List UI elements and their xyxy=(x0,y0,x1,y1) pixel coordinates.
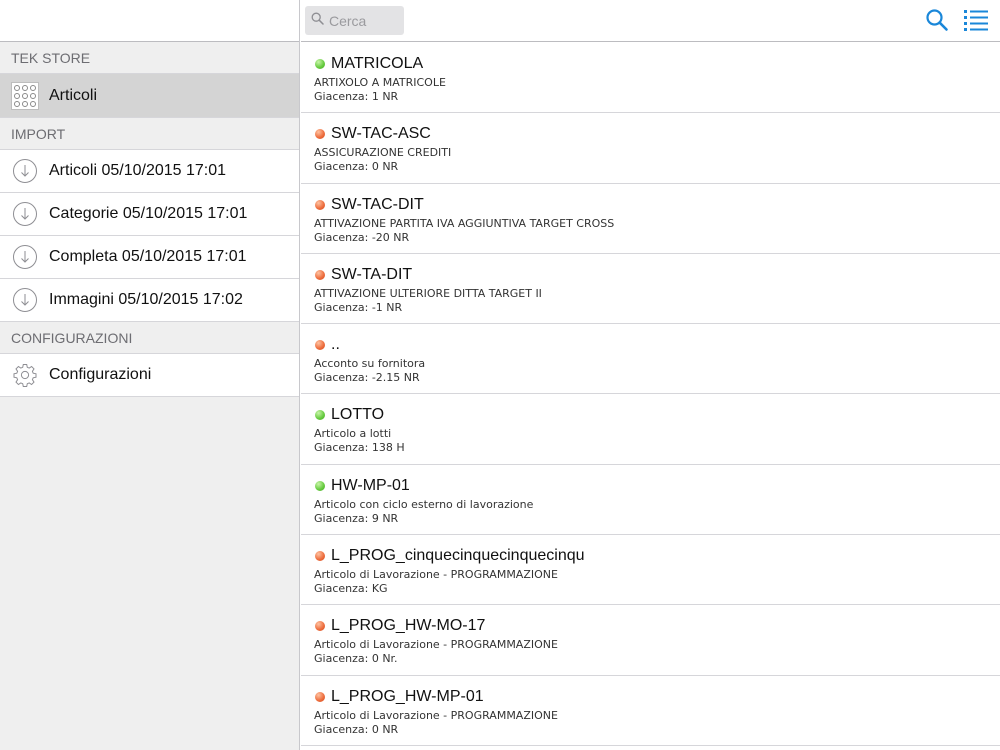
list-item[interactable]: SW-TAC-ASC ASSICURAZIONE CREDITI Giacenz… xyxy=(301,113,1000,184)
download-icon xyxy=(11,286,39,314)
item-description: Acconto su fornitora xyxy=(314,357,426,371)
list-view-button[interactable] xyxy=(963,8,989,34)
item-stock: Giacenza: 0 NR xyxy=(314,722,399,736)
item-description: ASSICURAZIONE CREDITI xyxy=(314,146,452,160)
grid-icon xyxy=(11,81,39,110)
item-code: L_PROG_HW-MO-17 xyxy=(331,617,486,635)
item-description: Articolo a lotti xyxy=(314,427,392,441)
section-header-configurazioni: CONFIGURAZIONI xyxy=(0,322,299,354)
download-icon xyxy=(11,157,39,185)
status-dot-red xyxy=(315,340,325,351)
item-description: ARTIXOLO A MATRICOLE xyxy=(314,76,446,89)
item-description: Articolo di Lavorazione - PROGRAMMAZIONE xyxy=(314,568,558,582)
download-icon xyxy=(11,243,39,271)
item-description: Articolo con ciclo esterno di lavorazion… xyxy=(314,497,534,511)
sidebar-item-label: Completa 05/10/2015 17:01 xyxy=(49,248,247,265)
search-input[interactable] xyxy=(329,12,399,29)
list-item[interactable]: L_PROG_HW-MP-01 Articolo di Lavorazione … xyxy=(301,676,1000,746)
item-stock: Giacenza: -1 NR xyxy=(314,300,403,314)
item-code: HW-MP-01 xyxy=(331,476,410,494)
main-panel: MATRICOLA ARTIXOLO A MATRICOLE Giacenza:… xyxy=(301,0,1000,750)
list-item[interactable]: .. Acconto su fornitora Giacenza: -2.15 … xyxy=(301,324,1000,395)
sidebar-item-import-immagini[interactable]: Immagini 05/10/2015 17:02 xyxy=(0,279,299,322)
section-header-tek-store: TEK STORE xyxy=(0,42,299,74)
sidebar-item-import-articoli[interactable]: Articoli 05/10/2015 17:01 xyxy=(0,150,299,193)
item-description: ATTIVAZIONE PARTITA IVA AGGIUNTIVA TARGE… xyxy=(314,216,615,230)
item-description: Articolo di Lavorazione - PROGRAMMAZIONE xyxy=(314,638,558,652)
sidebar-item-label: Immagini 05/10/2015 17:02 xyxy=(49,291,243,308)
item-stock: Giacenza: 0 NR xyxy=(314,160,399,174)
status-dot-red xyxy=(315,621,325,632)
status-dot-green xyxy=(315,410,325,421)
gear-icon xyxy=(11,361,39,389)
item-code: L_PROG_HW-MP-01 xyxy=(331,687,484,705)
search-icon xyxy=(926,9,948,31)
sidebar-item-articoli[interactable]: Articoli xyxy=(0,74,299,118)
list-icon xyxy=(964,10,988,31)
sidebar-item-label: Articoli 05/10/2015 17:01 xyxy=(49,162,227,179)
sidebar-item-label: Categorie 05/10/2015 17:01 xyxy=(49,205,248,222)
status-dot-green xyxy=(315,59,325,69)
search-box[interactable] xyxy=(305,6,404,35)
item-code: LOTTO xyxy=(331,406,385,424)
sidebar: TEK STORE Articoli IMPORT Articoli 05/10… xyxy=(0,0,300,750)
sidebar-item-import-completa[interactable]: Completa 05/10/2015 17:01 xyxy=(0,236,299,279)
search-button[interactable] xyxy=(925,8,949,32)
list-item[interactable]: L_PROG_cinquecinquecinquecinqu Articolo … xyxy=(301,535,1000,606)
list-item[interactable]: SW-TAC-DIT ATTIVAZIONE PARTITA IVA AGGIU… xyxy=(301,184,1000,254)
item-stock: Giacenza: 1 NR xyxy=(314,90,399,103)
status-dot-red xyxy=(315,269,325,280)
item-code: SW-TAC-DIT xyxy=(331,195,424,213)
item-stock: Giacenza: 0 Nr. xyxy=(314,652,398,666)
item-stock: Giacenza: -20 NR xyxy=(314,230,410,244)
item-code: SW-TA-DIT xyxy=(331,265,413,283)
article-list: MATRICOLA ARTIXOLO A MATRICOLE Giacenza:… xyxy=(301,43,1000,746)
item-description: Articolo di Lavorazione - PROGRAMMAZIONE xyxy=(314,708,558,722)
item-code: L_PROG_cinquecinquecinquecinqu xyxy=(331,547,585,565)
search-icon xyxy=(311,12,324,30)
sidebar-item-label: Configurazioni xyxy=(49,366,152,383)
item-code: SW-TAC-ASC xyxy=(331,125,431,143)
item-stock: Giacenza: 9 NR xyxy=(314,511,399,525)
item-code: MATRICOLA xyxy=(331,55,424,72)
list-item[interactable]: MATRICOLA ARTIXOLO A MATRICOLE Giacenza:… xyxy=(301,43,1000,114)
status-dot-red xyxy=(315,691,325,702)
top-bar xyxy=(301,0,1000,42)
download-icon xyxy=(11,200,39,228)
item-stock: Giacenza: KG xyxy=(314,582,388,596)
item-stock: Giacenza: -2.15 NR xyxy=(314,371,420,385)
list-item[interactable]: L_PROG_HW-MO-17 Articolo di Lavorazione … xyxy=(301,605,1000,676)
list-item[interactable]: SW-TA-DIT ATTIVAZIONE ULTERIORE DITTA TA… xyxy=(301,254,1000,325)
item-stock: Giacenza: 138 H xyxy=(314,441,405,455)
list-item[interactable]: HW-MP-01 Articolo con ciclo esterno di l… xyxy=(301,465,1000,536)
status-dot-red xyxy=(315,129,325,140)
list-item[interactable]: LOTTO Articolo a lotti Giacenza: 138 H xyxy=(301,394,1000,465)
sidebar-top-bar xyxy=(0,0,299,42)
item-code: .. xyxy=(331,336,340,354)
section-header-import: IMPORT xyxy=(0,118,299,150)
sidebar-item-import-categorie[interactable]: Categorie 05/10/2015 17:01 xyxy=(0,193,299,236)
status-dot-green xyxy=(315,480,325,491)
status-dot-red xyxy=(315,551,325,562)
sidebar-item-configurazioni[interactable]: Configurazioni xyxy=(0,354,299,397)
status-dot-red xyxy=(315,199,325,210)
item-description: ATTIVAZIONE ULTERIORE DITTA TARGET II xyxy=(314,286,542,300)
sidebar-item-label: Articoli xyxy=(49,86,98,104)
